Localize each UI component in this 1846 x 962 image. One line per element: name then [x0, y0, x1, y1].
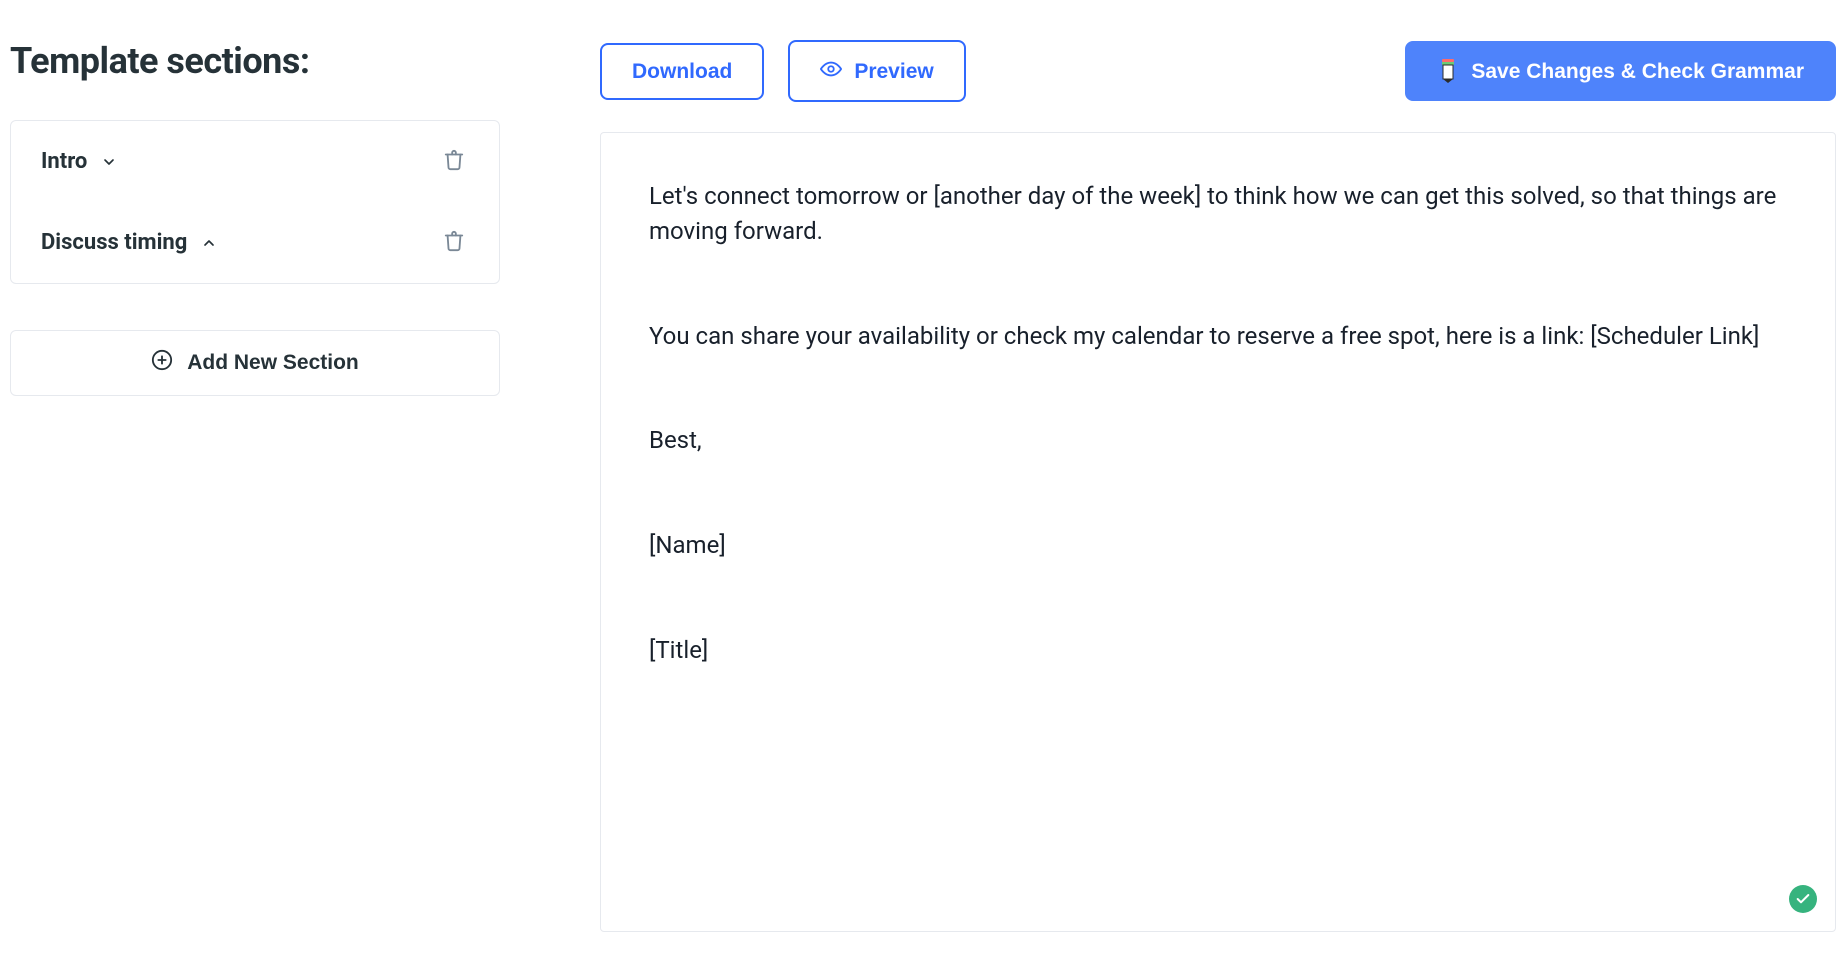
- delete-section-button[interactable]: [439, 145, 469, 178]
- chevron-up-icon: [201, 235, 217, 251]
- editor-paragraph[interactable]: You can share your availability or check…: [649, 319, 1787, 354]
- grammar-check-icon: [1437, 59, 1459, 83]
- check-icon: [1795, 882, 1811, 917]
- download-button[interactable]: Download: [600, 43, 764, 100]
- trash-icon: [443, 149, 465, 174]
- sidebar-heading: Template sections:: [10, 40, 500, 82]
- delete-section-button[interactable]: [439, 226, 469, 259]
- eye-icon: [820, 58, 842, 84]
- trash-icon: [443, 230, 465, 255]
- status-ok-badge: [1789, 885, 1817, 913]
- section-title-wrap: Intro: [41, 149, 117, 174]
- download-label: Download: [632, 61, 732, 82]
- main-area: Download Preview Save Change: [600, 40, 1836, 932]
- editor-paragraph[interactable]: [Title]: [649, 633, 1787, 668]
- plus-circle-icon: [151, 349, 173, 377]
- chevron-down-icon: [101, 154, 117, 170]
- section-row-intro[interactable]: Intro: [11, 121, 499, 202]
- sidebar: Template sections: Intro Discuss tim: [10, 40, 500, 932]
- section-title: Intro: [41, 149, 87, 174]
- preview-button[interactable]: Preview: [788, 40, 965, 102]
- page-root: Template sections: Intro Discuss tim: [10, 40, 1836, 932]
- section-title-wrap: Discuss timing: [41, 230, 217, 255]
- save-button[interactable]: Save Changes & Check Grammar: [1405, 41, 1836, 101]
- section-row-discuss-timing[interactable]: Discuss timing: [11, 202, 499, 283]
- toolbar: Download Preview Save Change: [600, 40, 1836, 102]
- save-label: Save Changes & Check Grammar: [1471, 61, 1804, 82]
- sections-list: Intro Discuss timing: [10, 120, 500, 284]
- editor-paragraph[interactable]: Best,: [649, 423, 1787, 458]
- add-section-button[interactable]: Add New Section: [10, 330, 500, 396]
- editor-panel[interactable]: Let's connect tomorrow or [another day o…: [600, 132, 1836, 932]
- add-section-label: Add New Section: [187, 351, 359, 375]
- section-title: Discuss timing: [41, 230, 187, 255]
- preview-label: Preview: [854, 61, 933, 82]
- editor-paragraph[interactable]: [Name]: [649, 528, 1787, 563]
- editor-paragraph[interactable]: Let's connect tomorrow or [another day o…: [649, 179, 1787, 249]
